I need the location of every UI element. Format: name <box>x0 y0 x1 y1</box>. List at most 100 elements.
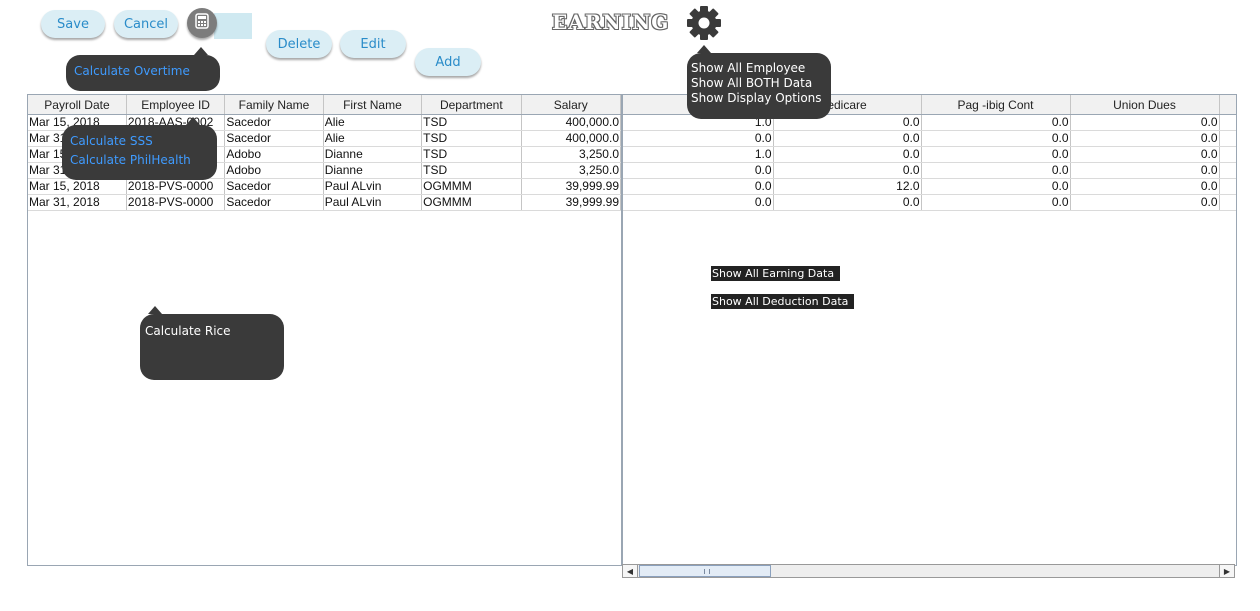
table-cell: Paul ALvin <box>323 194 423 211</box>
gear-icon <box>687 6 721 40</box>
table-cell: 0.0 <box>623 194 774 211</box>
table-cell: Sacedor <box>224 114 324 131</box>
table-cell: 0.0 <box>921 146 1071 163</box>
table-cell: 12.0 <box>773 178 922 195</box>
table-cell-filler <box>1219 178 1236 195</box>
table-cell: 400,000.0 <box>521 130 621 147</box>
calculate-philhealth-item[interactable]: Calculate PhilHealth <box>70 153 191 168</box>
table-cell: 0.0 <box>1070 114 1220 131</box>
table-cell: TSD <box>421 114 522 131</box>
scrollbar-thumb[interactable] <box>639 565 771 577</box>
scroll-left-button[interactable]: ◀ <box>623 565 638 577</box>
table-row[interactable]: 1.0 0.0 0.0 0.0 <box>623 146 1236 163</box>
table-cell: 0.0 <box>773 146 922 163</box>
delete-button[interactable]: Delete <box>266 30 332 58</box>
column-header[interactable]: Pag -ibig Cont <box>921 95 1071 115</box>
table-cell-filler <box>1219 194 1236 211</box>
table-cell: Mar 15, 2018 <box>28 178 127 195</box>
table-cell: Mar 31, 2018 <box>28 194 127 211</box>
table-cell: 0.0 <box>921 114 1071 131</box>
table-cell: 0.0 <box>921 194 1071 211</box>
table-cell: 1.0 <box>623 146 774 163</box>
calculate-overtime-item[interactable]: Calculate Overtime <box>74 64 190 79</box>
table-cell: Sacedor <box>224 178 324 195</box>
rice-menu: Calculate Rice <box>140 306 284 380</box>
table-cell: Alie <box>323 114 423 131</box>
show-all-both-data-item[interactable]: Show All BOTH Data <box>691 76 812 91</box>
column-header[interactable]: Union Dues <box>1070 95 1220 115</box>
table-cell: Alie <box>323 130 423 147</box>
table-cell: 0.0 <box>1070 146 1220 163</box>
page-title: EARNING <box>552 10 670 34</box>
table-cell: 0.0 <box>921 162 1071 179</box>
calculate-rice-item[interactable]: Calculate Rice <box>145 324 231 339</box>
table-cell: Paul ALvin <box>323 178 423 195</box>
table-cell: 3,250.0 <box>521 146 621 163</box>
table-cell: 0.0 <box>921 178 1071 195</box>
deduction-table[interactable]: Ss edicare Pag -ibig Cont Union Dues 1.0… <box>622 94 1237 566</box>
table-row[interactable]: 0.0 0.0 0.0 0.0 <box>623 130 1236 147</box>
column-header[interactable]: Family Name <box>224 95 324 115</box>
table-cell: 3,250.0 <box>521 162 621 179</box>
edit-button[interactable]: Edit <box>340 30 406 58</box>
table-cell: 400,000.0 <box>521 114 621 131</box>
table-cell: 0.0 <box>773 162 922 179</box>
settings-button[interactable] <box>686 5 722 41</box>
table-cell: 0.0 <box>623 130 774 147</box>
table-cell: 0.0 <box>1070 194 1220 211</box>
table-row[interactable]: 0.0 0.0 0.0 0.0 <box>623 194 1236 211</box>
table-cell-filler <box>1219 114 1236 131</box>
show-all-deduction-data-link[interactable]: Show All Deduction Data <box>711 294 855 309</box>
table-cell: 39,999.99 <box>521 194 621 211</box>
column-header[interactable]: First Name <box>323 95 423 115</box>
table-cell: 0.0 <box>773 194 922 211</box>
calculator-button[interactable] <box>187 8 217 38</box>
table-row[interactable]: Mar 15, 2018 2018-PVS-0000 Sacedor Paul … <box>28 178 621 195</box>
table-cell: OGMMM <box>421 194 522 211</box>
display-options-menu: Show All Employee Show All BOTH Data Sho… <box>687 45 831 119</box>
column-header-filler <box>1219 95 1236 115</box>
table-cell: 2018-PVS-0000 <box>126 178 226 195</box>
table-cell-filler <box>1219 146 1236 163</box>
table-cell: 0.0 <box>773 130 922 147</box>
show-all-employee-item[interactable]: Show All Employee <box>691 61 805 76</box>
save-button[interactable]: Save <box>41 10 105 38</box>
calculate-sss-item[interactable]: Calculate SSS <box>70 134 153 149</box>
table-row[interactable]: 0.0 0.0 0.0 0.0 <box>623 162 1236 179</box>
cancel-button[interactable]: Cancel <box>114 10 178 38</box>
table-cell: OGMMM <box>421 178 522 195</box>
table-row[interactable]: 0.0 12.0 0.0 0.0 <box>623 178 1236 195</box>
table-cell: Dianne <box>323 162 423 179</box>
column-header[interactable]: Salary <box>521 95 621 115</box>
column-header[interactable]: Payroll Date <box>28 95 127 115</box>
table-cell-filler <box>1219 130 1236 147</box>
table-cell: 0.0 <box>1070 162 1220 179</box>
table-cell: TSD <box>421 162 522 179</box>
table-cell: 0.0 <box>921 130 1071 147</box>
table-cell: Dianne <box>323 146 423 163</box>
horizontal-scrollbar[interactable]: ◀ ▶ <box>622 564 1235 578</box>
show-display-options-item[interactable]: Show Display Options <box>691 91 822 106</box>
table-cell-filler <box>1219 162 1236 179</box>
scroll-right-button[interactable]: ▶ <box>1219 565 1234 577</box>
add-button[interactable]: Add <box>415 48 481 76</box>
show-all-earning-data-link[interactable]: Show All Earning Data <box>711 266 841 281</box>
calculator-field[interactable] <box>214 13 252 39</box>
grip-icon <box>704 569 710 574</box>
arrow-left-icon: ◀ <box>626 566 634 576</box>
table-cell: 0.0 <box>1070 130 1220 147</box>
column-header[interactable]: Employee ID <box>126 95 226 115</box>
table-cell: 2018-PVS-0000 <box>126 194 226 211</box>
arrow-right-icon: ▶ <box>1223 566 1231 576</box>
table-row[interactable]: Mar 31, 2018 2018-PVS-0000 Sacedor Paul … <box>28 194 621 211</box>
overtime-menu: Calculate Overtime <box>66 47 220 91</box>
table-cell: Adobo <box>224 162 324 179</box>
table-cell: 0.0 <box>623 162 774 179</box>
column-header[interactable]: Department <box>421 95 522 115</box>
table-cell: Adobo <box>224 146 324 163</box>
table-cell: TSD <box>421 130 522 147</box>
table-cell: Sacedor <box>224 130 324 147</box>
deductions-menu: Calculate SSS Calculate PhilHealth <box>62 117 217 180</box>
table-cell: 0.0 <box>1070 178 1220 195</box>
table-cell: 39,999.99 <box>521 178 621 195</box>
